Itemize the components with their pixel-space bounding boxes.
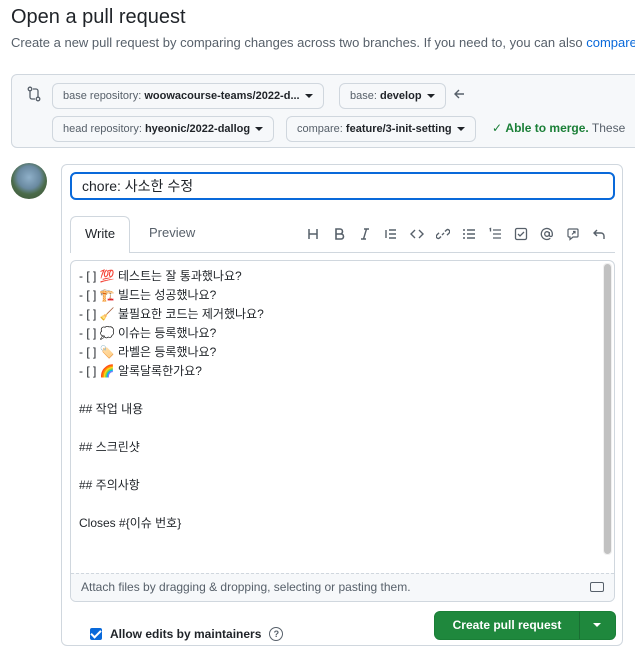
- body-textarea[interactable]: - [ ] 💯 테스트는 잘 통과했나요? - [ ] 🏗️ 빌드는 성공했나요…: [70, 260, 615, 602]
- base-repo-value: woowacourse-teams/2022-d...: [144, 90, 300, 102]
- markdown-icon: [590, 582, 604, 592]
- base-branch-select[interactable]: base: develop: [339, 83, 446, 109]
- merge-status-text: Able to merge.: [505, 121, 589, 135]
- base-repo-label: base repository:: [63, 90, 145, 102]
- quote-icon[interactable]: [378, 224, 404, 244]
- help-icon[interactable]: ?: [269, 627, 284, 641]
- compare-label: compare:: [297, 123, 346, 135]
- allow-edits-label: Allow edits by maintainers: [110, 627, 262, 641]
- tab-divider: [70, 252, 615, 253]
- undo-icon[interactable]: [586, 224, 612, 244]
- compare-branch-select[interactable]: compare: feature/3-init-setting: [286, 116, 476, 142]
- base-value: develop: [379, 90, 422, 102]
- compare-value: feature/3-init-setting: [345, 123, 452, 135]
- tab-write[interactable]: Write: [70, 216, 131, 253]
- avatar: [11, 163, 47, 199]
- pull-request-form: Write Preview - [ ] 💯 테스트는 잘 통과했나요? - [ …: [61, 164, 623, 646]
- base-repository-select[interactable]: base repository: woowacourse-teams/2022-…: [52, 83, 324, 109]
- ordered-list-icon[interactable]: [482, 224, 508, 244]
- head-repository-select[interactable]: head repository: hyeonic/2022-dallog: [52, 116, 275, 142]
- create-pull-request-label[interactable]: Create pull request: [435, 612, 579, 639]
- head-repo-label: head repository:: [63, 123, 145, 135]
- create-pull-request-button[interactable]: Create pull request: [434, 611, 616, 640]
- bold-icon[interactable]: [326, 224, 352, 244]
- title-input[interactable]: [70, 172, 615, 200]
- link-icon[interactable]: [430, 224, 456, 244]
- chevron-down-icon: [255, 127, 264, 132]
- allow-edits-checkbox[interactable]: [90, 628, 102, 640]
- heading-icon[interactable]: [300, 224, 326, 244]
- scroll-thumb[interactable]: [604, 264, 611, 554]
- page-subtitle: Create a new pull request by comparing c…: [11, 35, 635, 50]
- chevron-down-icon: [426, 94, 435, 99]
- code-icon[interactable]: [404, 224, 430, 244]
- mention-icon[interactable]: [534, 224, 560, 244]
- scrollbar[interactable]: [603, 263, 612, 555]
- button-divider: [579, 612, 580, 639]
- unordered-list-icon[interactable]: [456, 224, 482, 244]
- base-label: base:: [350, 90, 380, 102]
- italic-icon[interactable]: [352, 224, 378, 244]
- attach-files-bar[interactable]: Attach files by dragging & dropping, sel…: [71, 573, 614, 601]
- merge-status: ✓ Able to merge. These: [492, 121, 625, 135]
- body-text[interactable]: - [ ] 💯 테스트는 잘 통과했나요? - [ ] 🏗️ 빌드는 성공했나요…: [79, 267, 264, 533]
- page-title: Open a pull request: [11, 6, 186, 28]
- tab-preview[interactable]: Preview: [135, 216, 209, 252]
- head-repo-value: hyeonic/2022-dallog: [144, 123, 251, 135]
- markdown-toolbar: [300, 224, 612, 244]
- subtitle-text: Create a new pull request by comparing c…: [11, 35, 587, 50]
- compare-link[interactable]: compare: [586, 35, 635, 50]
- chevron-down-icon[interactable]: [593, 623, 601, 627]
- task-list-icon[interactable]: [508, 224, 534, 244]
- chevron-down-icon: [304, 94, 313, 99]
- attach-files-text: Attach files by dragging & dropping, sel…: [81, 580, 411, 594]
- git-compare-icon: [27, 86, 41, 102]
- merge-status-extra: These: [591, 121, 626, 135]
- check-icon: ✓: [492, 121, 503, 135]
- chevron-down-icon: [456, 127, 465, 132]
- allow-edits-option: Allow edits by maintainers ?: [90, 627, 284, 641]
- reference-icon[interactable]: [560, 224, 586, 244]
- compare-box: base repository: woowacourse-teams/2022-…: [11, 74, 635, 148]
- arrow-left-icon: [454, 89, 464, 99]
